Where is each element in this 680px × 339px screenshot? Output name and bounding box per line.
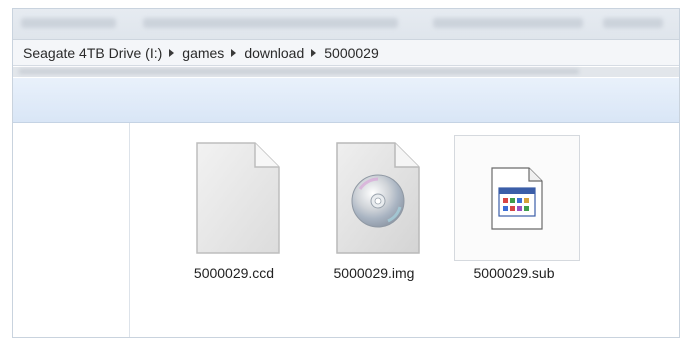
file-thumbnail[interactable] [454,135,580,261]
file-thumbnail[interactable] [314,135,440,261]
breadcrumb-separator-arrow-icon[interactable] [311,48,317,57]
address-bar[interactable]: Seagate 4TB Drive (I:) games download 50… [13,40,679,66]
breadcrumb-separator-arrow-icon[interactable] [169,48,175,57]
file-name[interactable]: 5000029.sub [454,265,574,281]
file-item-img[interactable]: 5000029.img [314,135,434,281]
breadcrumb-games[interactable]: games [182,45,224,61]
file-list-area[interactable]: 5000029.ccd 5000029.img 5000029.sub [130,123,679,337]
command-toolbar [13,78,679,123]
file-name[interactable]: 5000029.img [314,265,434,281]
explorer-window: Seagate 4TB Drive (I:) games download 50… [12,8,680,338]
navigation-pane[interactable] [13,123,130,337]
file-item-sub[interactable]: 5000029.sub [454,135,580,281]
generic-window-file-icon [491,167,543,230]
breadcrumb-download[interactable]: download [244,45,304,61]
file-name[interactable]: 5000029.ccd [174,265,294,281]
file-thumbnail[interactable] [174,135,300,261]
disc-image-icon [336,142,420,254]
blank-document-icon [196,142,280,254]
breadcrumb-separator-arrow-icon[interactable] [231,48,237,57]
blurred-menu-strip [13,67,679,77]
breadcrumb-current-folder[interactable]: 5000029 [324,45,379,61]
breadcrumb-drive[interactable]: Seagate 4TB Drive (I:) [23,45,162,61]
file-item-ccd[interactable]: 5000029.ccd [174,135,294,281]
blurred-title-strip [13,9,679,40]
